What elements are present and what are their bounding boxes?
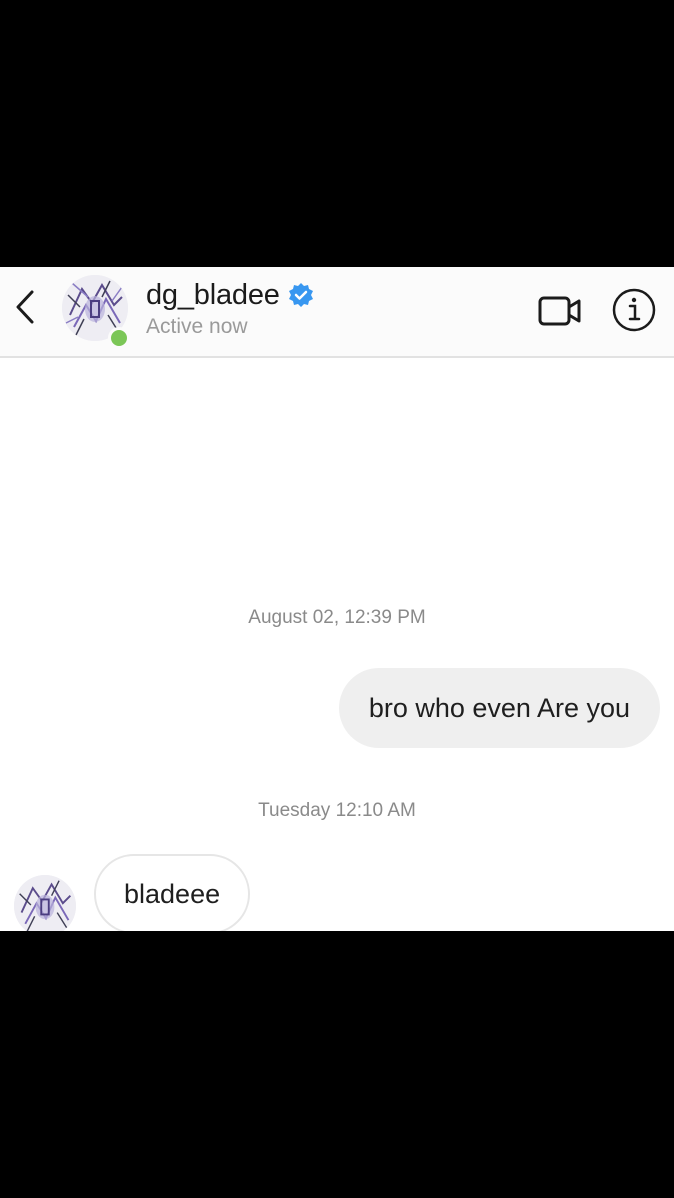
profile-avatar-button[interactable] <box>62 275 132 349</box>
info-button[interactable] <box>610 287 658 333</box>
avatar-image <box>14 875 76 931</box>
verified-badge-icon <box>288 282 314 308</box>
online-status-dot <box>108 327 130 349</box>
video-call-button[interactable] <box>536 291 584 331</box>
message-timestamp: August 02, 12:39 PM <box>248 607 426 628</box>
outgoing-message-bubble[interactable]: bro who even Are you <box>338 668 660 748</box>
message-timestamp: Tuesday 12:10 AM <box>258 800 416 821</box>
info-icon <box>612 288 656 332</box>
incoming-message-bubble[interactable]: bladeee <box>94 854 251 931</box>
chat-header: dg_bladee Active now <box>0 267 674 358</box>
sender-avatar[interactable] <box>14 875 76 931</box>
username-link[interactable]: dg_bladee <box>146 277 314 313</box>
chevron-left-icon <box>16 290 34 324</box>
active-status: Active now <box>146 315 248 338</box>
chat-screen: dg_bladee Active now August 02, 12:39 PM… <box>0 267 674 931</box>
username: dg_bladee <box>146 278 280 311</box>
video-camera-icon <box>538 296 581 326</box>
back-button[interactable] <box>8 287 42 327</box>
